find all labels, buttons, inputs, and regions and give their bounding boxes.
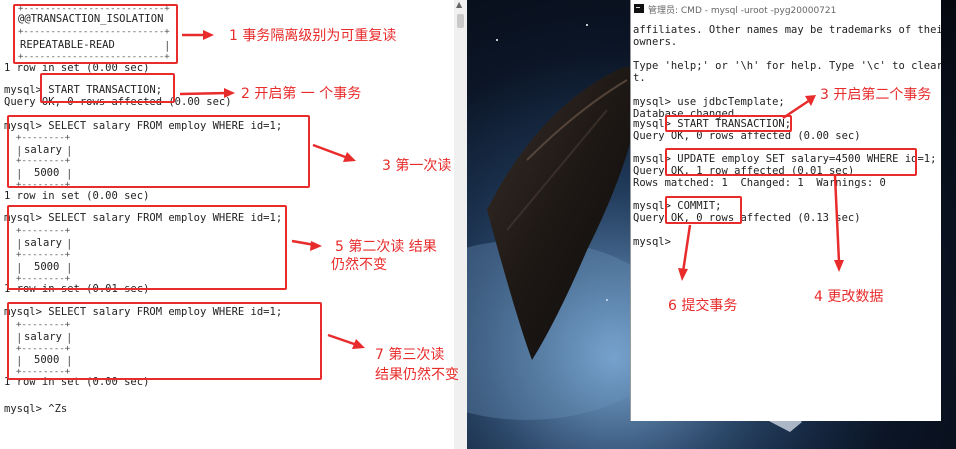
console-line: owners. [633,36,678,48]
highlight-box-third-read [7,302,322,380]
highlight-box-first-read [7,115,310,188]
scroll-thumb[interactable] [457,14,464,28]
annotation-third-read-line1: 7 第三次读 [375,347,445,363]
rows-matched: Rows matched: 1 Changed: 1 Warnings: 0 [633,177,886,189]
annotation-update-data: 4 更改数据 [814,289,884,305]
console-line: Type 'help;' or '\h' for help. Type '\c'… [633,60,941,72]
annotation-commit-tx: 6 提交事务 [668,298,738,314]
rows-in-set-2: 1 row in set (0.00 sec) [4,190,150,202]
annotation-start-first-tx: 2 开启第 一 个事务 [241,86,362,102]
highlight-box-update [665,148,917,176]
annotation-third-read-line2: 结果仍然不变 [375,367,459,383]
highlight-box-start-tx [40,73,175,103]
scroll-up-arrow-icon[interactable]: ▲ [456,0,462,9]
annotation-first-read: 3 第一次读 [382,158,452,174]
console-line: t. [633,72,646,84]
annotation-second-read-line2: 仍然不变 [331,257,387,273]
annotation-isolation-level: 1 事务隔离级别为可重复读 [229,28,397,44]
cmd-icon [634,4,644,13]
highlight-box-second-read [7,205,287,290]
window-title: 管理员: CMD - mysql -uroot -pyg20000721 [648,6,837,16]
highlight-box-commit [665,196,742,224]
annotation-second-read-line1: 5 第二次读 结果 [335,239,437,255]
highlight-box-start-tx-2 [665,115,792,132]
window-titlebar[interactable]: 管理员: CMD - mysql -uroot -pyg20000721 [631,0,941,18]
annotation-start-second-tx: 3 开启第二个事务 [820,87,932,103]
console-line: affiliates. Other names may be trademark… [633,24,941,36]
highlight-box-isolation [13,4,178,64]
mysql-prompt[interactable]: mysql> [633,236,671,249]
last-prompt: mysql> ^Zs [4,403,68,415]
right-cmd-window[interactable]: 管理员: CMD - mysql -uroot -pyg20000721 aff… [630,0,941,421]
